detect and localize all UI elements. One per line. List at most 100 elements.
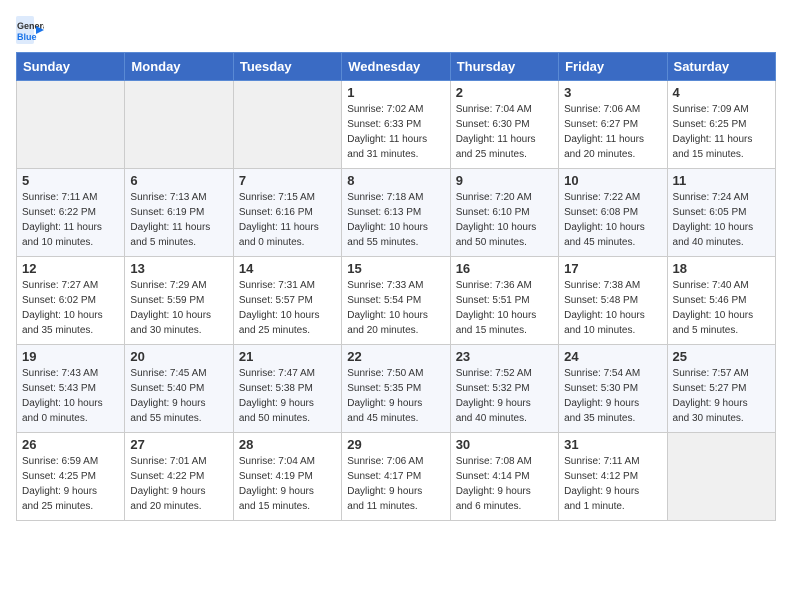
- day-cell: 10 Sunrise: 7:22 AM Sunset: 6:08 PM Dayli…: [559, 169, 667, 257]
- svg-text:Blue: Blue: [17, 32, 37, 42]
- day-cell: 23 Sunrise: 7:52 AM Sunset: 5:32 PM Dayli…: [450, 345, 558, 433]
- weekday-header-row: SundayMondayTuesdayWednesdayThursdayFrid…: [17, 53, 776, 81]
- day-cell: 9 Sunrise: 7:20 AM Sunset: 6:10 PM Daylig…: [450, 169, 558, 257]
- day-cell: 11 Sunrise: 7:24 AM Sunset: 6:05 PM Dayli…: [667, 169, 775, 257]
- day-info: Sunrise: 7:06 AM Sunset: 6:27 PM Dayligh…: [564, 102, 661, 162]
- day-info: Sunrise: 7:38 AM Sunset: 5:48 PM Dayligh…: [564, 278, 661, 338]
- day-info: Sunrise: 7:06 AM Sunset: 4:17 PM Dayligh…: [347, 454, 444, 514]
- day-info: Sunrise: 7:11 AM Sunset: 6:22 PM Dayligh…: [22, 190, 119, 250]
- day-cell: 13 Sunrise: 7:29 AM Sunset: 5:59 PM Dayli…: [125, 257, 233, 345]
- day-number: 1: [347, 85, 444, 100]
- day-number: 8: [347, 173, 444, 188]
- day-cell: 1Sunrise: 7:02 AM Sunset: 6:33 PM Daylig…: [342, 81, 450, 169]
- day-number: 6: [130, 173, 227, 188]
- day-info: Sunrise: 7:29 AM Sunset: 5:59 PM Dayligh…: [130, 278, 227, 338]
- day-info: Sunrise: 7:04 AM Sunset: 6:30 PM Dayligh…: [456, 102, 553, 162]
- day-info: Sunrise: 7:08 AM Sunset: 4:14 PM Dayligh…: [456, 454, 553, 514]
- day-cell: 21Sunrise: 7:47 AM Sunset: 5:38 PM Dayli…: [233, 345, 341, 433]
- day-cell: [17, 81, 125, 169]
- day-cell: 16Sunrise: 7:36 AM Sunset: 5:51 PM Dayli…: [450, 257, 558, 345]
- day-cell: 24 Sunrise: 7:54 AM Sunset: 5:30 PM Dayli…: [559, 345, 667, 433]
- day-number: 12: [22, 261, 119, 276]
- day-number: 18: [673, 261, 770, 276]
- week-row-2: 5 Sunrise: 7:11 AM Sunset: 6:22 PM Daylig…: [17, 169, 776, 257]
- day-number: 30: [456, 437, 553, 452]
- day-number: 25: [673, 349, 770, 364]
- day-cell: 6 Sunrise: 7:13 AM Sunset: 6:19 PM Daylig…: [125, 169, 233, 257]
- calendar-container: General Blue SundayMondayTuesdayWednesda…: [0, 0, 792, 529]
- day-cell: [667, 433, 775, 521]
- day-cell: 28 Sunrise: 7:04 AM Sunset: 4:19 PM Dayli…: [233, 433, 341, 521]
- day-number: 9: [456, 173, 553, 188]
- day-info: Sunrise: 7:24 AM Sunset: 6:05 PM Dayligh…: [673, 190, 770, 250]
- day-cell: 22Sunrise: 7:50 AM Sunset: 5:35 PM Dayli…: [342, 345, 450, 433]
- day-cell: 25 Sunrise: 7:57 AM Sunset: 5:27 PM Dayli…: [667, 345, 775, 433]
- weekday-header-thursday: Thursday: [450, 53, 558, 81]
- day-number: 4: [673, 85, 770, 100]
- day-number: 24: [564, 349, 661, 364]
- weekday-header-saturday: Saturday: [667, 53, 775, 81]
- logo: General Blue: [16, 16, 48, 44]
- day-info: Sunrise: 7:01 AM Sunset: 4:22 PM Dayligh…: [130, 454, 227, 514]
- day-number: 13: [130, 261, 227, 276]
- day-cell: 15Sunrise: 7:33 AM Sunset: 5:54 PM Dayli…: [342, 257, 450, 345]
- logo-text: General Blue: [16, 16, 48, 44]
- day-cell: [125, 81, 233, 169]
- day-cell: 14Sunrise: 7:31 AM Sunset: 5:57 PM Dayli…: [233, 257, 341, 345]
- day-cell: 18 Sunrise: 7:40 AM Sunset: 5:46 PM Dayli…: [667, 257, 775, 345]
- day-cell: 2 Sunrise: 7:04 AM Sunset: 6:30 PM Daylig…: [450, 81, 558, 169]
- day-number: 29: [347, 437, 444, 452]
- day-cell: 3 Sunrise: 7:06 AM Sunset: 6:27 PM Daylig…: [559, 81, 667, 169]
- day-number: 14: [239, 261, 336, 276]
- day-cell: 5 Sunrise: 7:11 AM Sunset: 6:22 PM Daylig…: [17, 169, 125, 257]
- day-number: 20: [130, 349, 227, 364]
- weekday-header-friday: Friday: [559, 53, 667, 81]
- day-info: Sunrise: 6:59 AM Sunset: 4:25 PM Dayligh…: [22, 454, 119, 514]
- day-cell: 12 Sunrise: 7:27 AM Sunset: 6:02 PM Dayli…: [17, 257, 125, 345]
- day-cell: 26 Sunrise: 6:59 AM Sunset: 4:25 PM Dayli…: [17, 433, 125, 521]
- day-number: 21: [239, 349, 336, 364]
- weekday-header-wednesday: Wednesday: [342, 53, 450, 81]
- day-info: Sunrise: 7:40 AM Sunset: 5:46 PM Dayligh…: [673, 278, 770, 338]
- day-number: 11: [673, 173, 770, 188]
- day-info: Sunrise: 7:52 AM Sunset: 5:32 PM Dayligh…: [456, 366, 553, 426]
- week-row-4: 19Sunrise: 7:43 AM Sunset: 5:43 PM Dayli…: [17, 345, 776, 433]
- day-cell: 19Sunrise: 7:43 AM Sunset: 5:43 PM Dayli…: [17, 345, 125, 433]
- calendar-table: SundayMondayTuesdayWednesdayThursdayFrid…: [16, 52, 776, 521]
- day-cell: 27Sunrise: 7:01 AM Sunset: 4:22 PM Dayli…: [125, 433, 233, 521]
- day-cell: 7Sunrise: 7:15 AM Sunset: 6:16 PM Daylig…: [233, 169, 341, 257]
- day-number: 3: [564, 85, 661, 100]
- day-number: 15: [347, 261, 444, 276]
- week-row-5: 26 Sunrise: 6:59 AM Sunset: 4:25 PM Dayli…: [17, 433, 776, 521]
- day-cell: 17 Sunrise: 7:38 AM Sunset: 5:48 PM Dayli…: [559, 257, 667, 345]
- day-info: Sunrise: 7:57 AM Sunset: 5:27 PM Dayligh…: [673, 366, 770, 426]
- day-info: Sunrise: 7:20 AM Sunset: 6:10 PM Dayligh…: [456, 190, 553, 250]
- day-info: Sunrise: 7:36 AM Sunset: 5:51 PM Dayligh…: [456, 278, 553, 338]
- day-number: 28: [239, 437, 336, 452]
- week-row-3: 12 Sunrise: 7:27 AM Sunset: 6:02 PM Dayli…: [17, 257, 776, 345]
- day-cell: 29 Sunrise: 7:06 AM Sunset: 4:17 PM Dayli…: [342, 433, 450, 521]
- day-number: 10: [564, 173, 661, 188]
- day-cell: 30 Sunrise: 7:08 AM Sunset: 4:14 PM Dayli…: [450, 433, 558, 521]
- day-info: Sunrise: 7:50 AM Sunset: 5:35 PM Dayligh…: [347, 366, 444, 426]
- day-number: 17: [564, 261, 661, 276]
- day-number: 31: [564, 437, 661, 452]
- day-cell: 4 Sunrise: 7:09 AM Sunset: 6:25 PM Daylig…: [667, 81, 775, 169]
- day-info: Sunrise: 7:13 AM Sunset: 6:19 PM Dayligh…: [130, 190, 227, 250]
- day-info: Sunrise: 7:54 AM Sunset: 5:30 PM Dayligh…: [564, 366, 661, 426]
- day-info: Sunrise: 7:22 AM Sunset: 6:08 PM Dayligh…: [564, 190, 661, 250]
- day-number: 5: [22, 173, 119, 188]
- week-row-1: 1Sunrise: 7:02 AM Sunset: 6:33 PM Daylig…: [17, 81, 776, 169]
- day-info: Sunrise: 7:18 AM Sunset: 6:13 PM Dayligh…: [347, 190, 444, 250]
- day-info: Sunrise: 7:04 AM Sunset: 4:19 PM Dayligh…: [239, 454, 336, 514]
- day-number: 7: [239, 173, 336, 188]
- weekday-header-sunday: Sunday: [17, 53, 125, 81]
- day-info: Sunrise: 7:27 AM Sunset: 6:02 PM Dayligh…: [22, 278, 119, 338]
- day-cell: [233, 81, 341, 169]
- day-info: Sunrise: 7:09 AM Sunset: 6:25 PM Dayligh…: [673, 102, 770, 162]
- logo-graphic: General Blue: [16, 16, 44, 44]
- day-number: 26: [22, 437, 119, 452]
- day-number: 2: [456, 85, 553, 100]
- day-number: 23: [456, 349, 553, 364]
- day-number: 19: [22, 349, 119, 364]
